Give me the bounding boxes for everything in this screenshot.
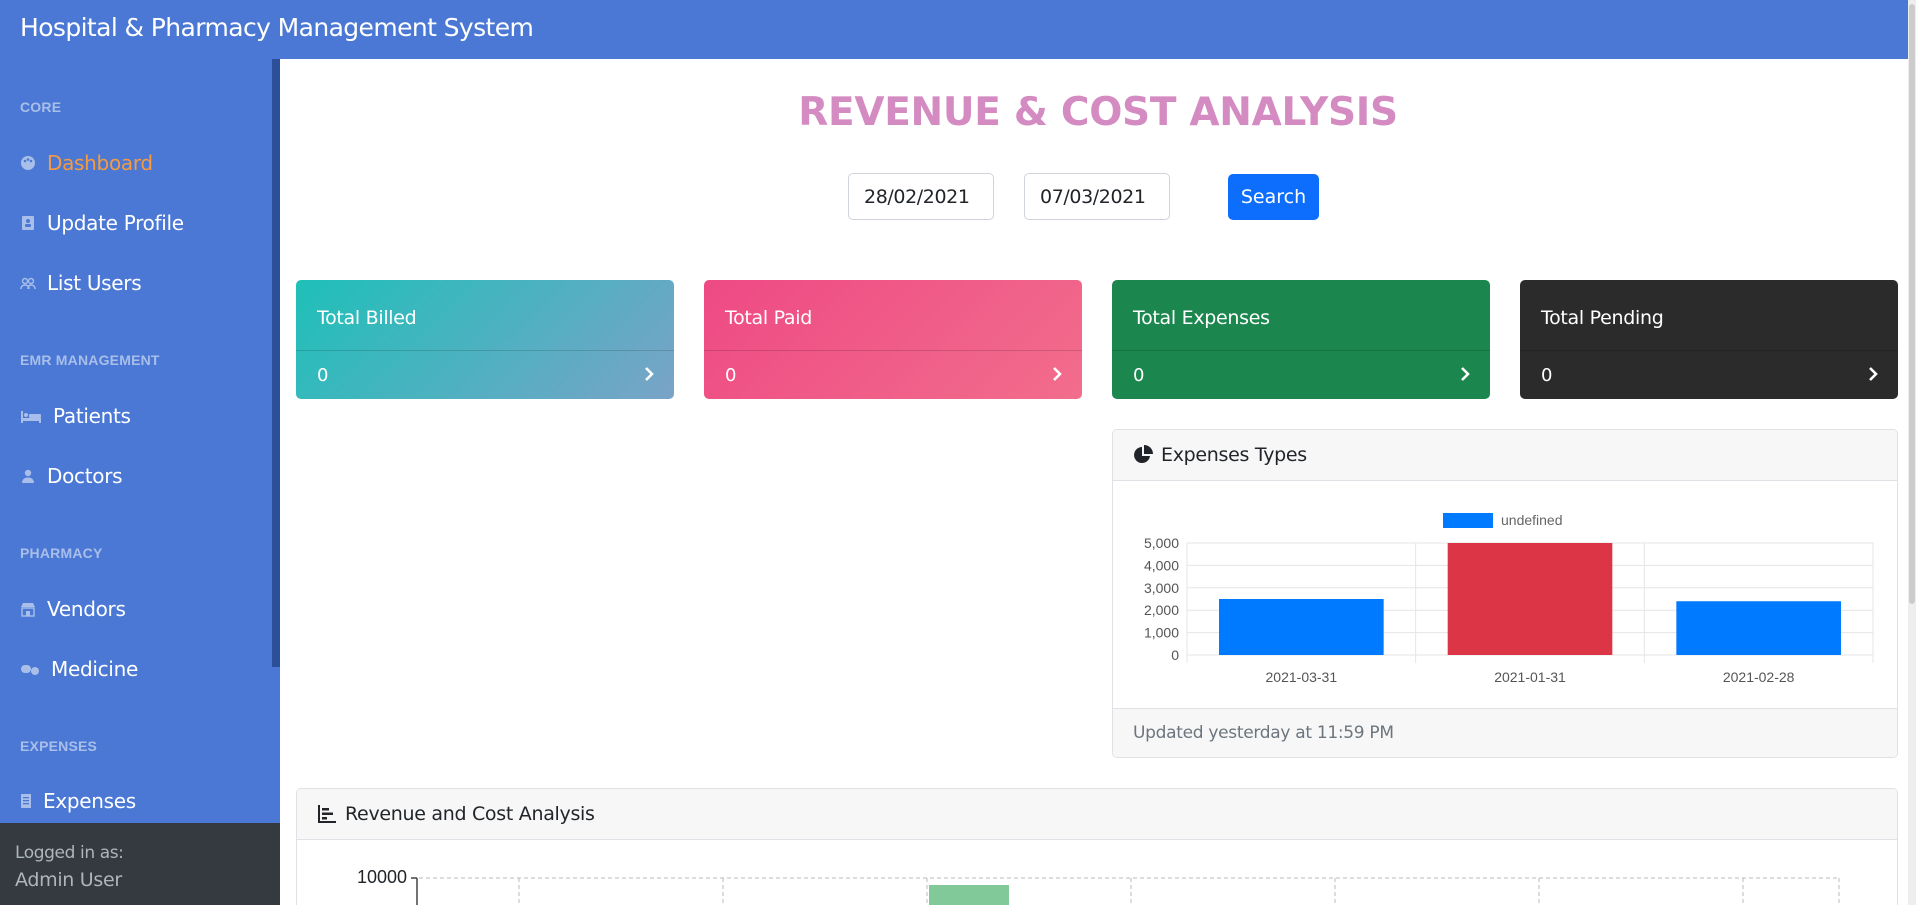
sidebar-scrollbar[interactable] bbox=[272, 59, 280, 667]
x-tick-label: 2021-02-28 bbox=[1723, 669, 1795, 685]
bar-chart-icon bbox=[318, 805, 336, 823]
sidebar-item-label: Dashboard bbox=[47, 151, 153, 175]
legend-label: undefined bbox=[1501, 512, 1563, 528]
panel-title: Revenue and Cost Analysis bbox=[345, 803, 595, 825]
from-date-input[interactable] bbox=[848, 173, 994, 220]
sidebar-item-expenses[interactable]: Expenses bbox=[20, 789, 136, 813]
user-icon bbox=[22, 469, 34, 483]
revenue-bar bbox=[929, 885, 1009, 905]
sidebar-item-vendors[interactable]: Vendors bbox=[20, 597, 126, 621]
y-tick-label: 5,000 bbox=[1144, 535, 1179, 551]
y-tick-label: 4,000 bbox=[1144, 557, 1179, 573]
stat-card-title: Total Paid bbox=[725, 307, 812, 329]
sidebar-heading-core: CORE bbox=[20, 99, 62, 115]
sidebar-item-label: Medicine bbox=[51, 657, 138, 681]
chevron-right-icon[interactable] bbox=[1458, 365, 1472, 383]
bar-2021-02-28 bbox=[1676, 601, 1841, 655]
y-tick-label: 0 bbox=[1171, 647, 1179, 663]
receipt-icon bbox=[21, 794, 31, 808]
stat-card-total-billed[interactable]: Total Billed 0 bbox=[296, 280, 674, 399]
stat-card-divider bbox=[1112, 350, 1490, 351]
chevron-right-icon[interactable] bbox=[1050, 365, 1064, 383]
stat-card-total-pending[interactable]: Total Pending 0 bbox=[1520, 280, 1898, 399]
top-navbar: Hospital & Pharmacy Management System bbox=[0, 0, 1916, 59]
page-scrollbar-thumb[interactable] bbox=[1909, 4, 1915, 604]
y-tick-label: 10000 bbox=[357, 867, 407, 887]
sidebar-item-list-users[interactable]: List Users bbox=[20, 271, 142, 295]
legend-swatch bbox=[1443, 513, 1493, 528]
sidebar-item-label: Vendors bbox=[47, 597, 126, 621]
stat-card-divider bbox=[1520, 350, 1898, 351]
stat-card-total-paid[interactable]: Total Paid 0 bbox=[704, 280, 1082, 399]
sidebar-heading-pharmacy: PHARMACY bbox=[20, 545, 103, 561]
expenses-types-panel: Expenses Types undefined 0 1,000 2,000 3,000… bbox=[1112, 429, 1898, 758]
app-title[interactable]: Hospital & Pharmacy Management System bbox=[20, 13, 534, 42]
sidebar-item-label: Update Profile bbox=[47, 211, 184, 235]
sidebar-item-label: List Users bbox=[47, 271, 142, 295]
sidebar-heading-expenses: EXPENSES bbox=[20, 738, 98, 754]
users-icon bbox=[20, 277, 36, 290]
panel-footer: Updated yesterday at 11:59 PM bbox=[1113, 708, 1897, 757]
search-button[interactable]: Search bbox=[1228, 174, 1319, 220]
stat-card-value: 0 bbox=[1133, 365, 1145, 386]
sidebar-heading-emr: EMR MANAGEMENT bbox=[20, 352, 160, 368]
bar-2021-01-31 bbox=[1447, 543, 1613, 655]
sidebar: CORE Dashboard Update Profile List Users… bbox=[0, 59, 280, 905]
logged-in-label: Logged in as: bbox=[15, 843, 124, 863]
stat-card-value: 0 bbox=[1541, 365, 1553, 386]
stat-card-value: 0 bbox=[317, 365, 329, 386]
stat-card-total-expenses[interactable]: Total Expenses 0 bbox=[1112, 280, 1490, 399]
contact-book-icon bbox=[22, 216, 34, 230]
stat-card-title: Total Billed bbox=[317, 307, 417, 329]
chevron-right-icon[interactable] bbox=[642, 365, 656, 383]
sidebar-item-patients[interactable]: Patients bbox=[20, 404, 131, 428]
sidebar-item-doctors[interactable]: Doctors bbox=[20, 464, 123, 488]
logged-in-user: Admin User bbox=[15, 869, 122, 891]
revenue-cost-chart: 10000 bbox=[357, 867, 1840, 905]
stat-card-value: 0 bbox=[725, 365, 737, 386]
stat-card-title: Total Expenses bbox=[1133, 307, 1270, 329]
to-date-input[interactable] bbox=[1024, 173, 1170, 220]
bar-2021-03-31 bbox=[1219, 599, 1384, 655]
sidebar-item-update-profile[interactable]: Update Profile bbox=[20, 211, 184, 235]
sidebar-item-medicine[interactable]: Medicine bbox=[20, 657, 138, 681]
bed-icon bbox=[21, 411, 41, 423]
grid-lines bbox=[518, 878, 1840, 905]
x-tick-label: 2021-01-31 bbox=[1494, 669, 1566, 685]
sidebar-item-label: Doctors bbox=[47, 464, 123, 488]
sidebar-item-label: Expenses bbox=[43, 789, 136, 813]
stat-card-divider bbox=[704, 350, 1082, 351]
y-tick-label: 2,000 bbox=[1144, 602, 1179, 618]
x-tick-label: 2021-03-31 bbox=[1266, 669, 1338, 685]
panel-header: Expenses Types bbox=[1113, 430, 1897, 481]
sidebar-item-dashboard[interactable]: Dashboard bbox=[20, 151, 153, 175]
chevron-right-icon[interactable] bbox=[1866, 365, 1880, 383]
pie-chart-icon bbox=[1134, 445, 1153, 463]
store-icon bbox=[21, 603, 35, 617]
expenses-types-chart: undefined 0 1,000 2,000 3,000 4,000 5,000 2021-… bbox=[1144, 512, 1874, 685]
y-tick-label: 3,000 bbox=[1144, 580, 1179, 596]
palette-icon bbox=[21, 156, 35, 170]
panel-title: Expenses Types bbox=[1161, 444, 1307, 466]
sidebar-footer: Logged in as: Admin User bbox=[0, 823, 280, 905]
panel-header: Revenue and Cost Analysis bbox=[297, 789, 1897, 840]
revenue-cost-panel: Revenue and Cost Analysis 10000 bbox=[296, 788, 1898, 905]
stat-card-title: Total Pending bbox=[1541, 307, 1664, 329]
stat-card-divider bbox=[296, 350, 674, 351]
page-title: REVENUE & COST ANALYSIS bbox=[798, 90, 1398, 135]
pills-icon bbox=[21, 665, 39, 675]
y-tick-label: 1,000 bbox=[1144, 625, 1179, 641]
sidebar-item-label: Patients bbox=[53, 404, 131, 428]
